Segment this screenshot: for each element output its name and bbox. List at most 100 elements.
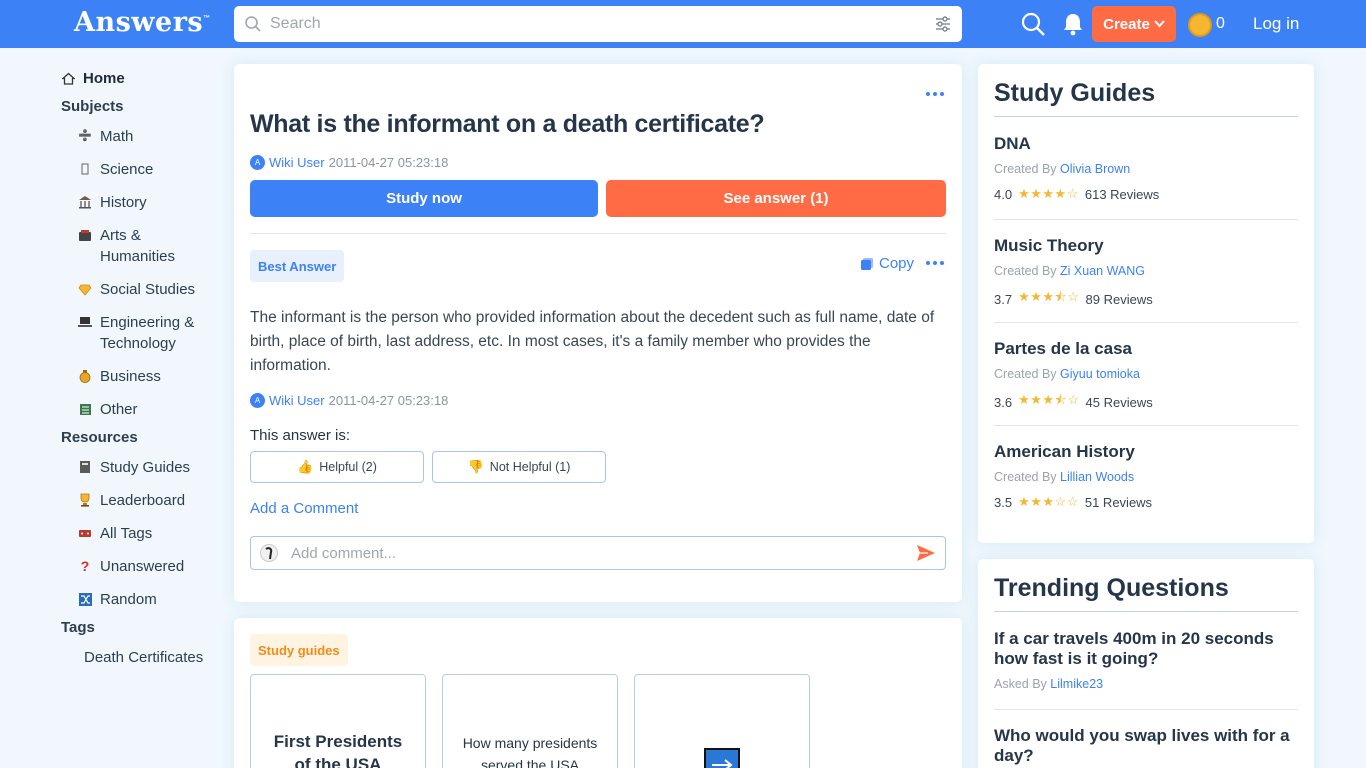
shuffle-icon xyxy=(78,592,92,606)
question-card: What is the informant on a death certifi… xyxy=(234,64,962,602)
top-bar: Answers™ Create 0 Log in xyxy=(0,0,1366,48)
guide-creator: Created By Zi Xuan WANG xyxy=(994,264,1145,278)
question-timestamp: 2011-04-27 05:23:18 xyxy=(328,155,449,170)
sidebar-item-unanswered[interactable]: ? Unanswered xyxy=(78,556,185,577)
engineering-icon xyxy=(78,315,92,329)
sidebar-item-other[interactable]: Other xyxy=(78,399,138,420)
divider xyxy=(250,233,946,234)
bell-icon[interactable] xyxy=(1062,12,1084,36)
tags-icon xyxy=(78,526,92,540)
sidebar-item-social-studies[interactable]: Social Studies xyxy=(78,279,195,300)
guide-name[interactable]: Music Theory xyxy=(994,236,1104,256)
resources-heading: Resources xyxy=(61,429,138,446)
question-meta: A Wiki User 2011-04-27 05:23:18 xyxy=(250,155,448,170)
not-helpful-button[interactable]: 👎 Not Helpful (1) xyxy=(432,451,606,483)
comment-box xyxy=(250,536,946,570)
sidebar-item-home[interactable]: Home xyxy=(61,68,125,89)
study-guides-badge: Study guides xyxy=(250,634,348,666)
answers-logo[interactable]: Answers™ xyxy=(74,7,211,38)
filter-icon[interactable] xyxy=(934,15,952,33)
sidebar-tag-death-certificates[interactable]: Death Certificates xyxy=(84,647,203,668)
thumbs-down-icon: 👎 xyxy=(467,459,484,474)
search-icon xyxy=(245,16,261,32)
send-icon[interactable] xyxy=(916,544,936,562)
study-guide-more-card[interactable] xyxy=(634,674,810,768)
copy-icon xyxy=(861,257,873,270)
home-icon xyxy=(61,71,75,85)
rating-prompt: This answer is: xyxy=(250,427,351,444)
guide-creator: Created By Olivia Brown xyxy=(994,162,1131,176)
guide-name[interactable]: American History xyxy=(994,442,1135,462)
arts-icon xyxy=(78,228,92,242)
star-rating-icon: ★★★⯪☆ xyxy=(1018,392,1080,407)
coin-icon[interactable] xyxy=(1188,13,1212,37)
other-icon xyxy=(78,402,92,416)
search-bar[interactable] xyxy=(234,6,962,42)
add-comment-link[interactable]: Add a Comment xyxy=(250,500,358,517)
sidebar-item-arts[interactable]: Arts & Humanities xyxy=(78,225,188,267)
sidebar-item-engineering[interactable]: Engineering & Technology xyxy=(78,312,198,354)
sidebar-item-random[interactable]: Random xyxy=(78,589,157,610)
see-answer-button[interactable]: See answer (1) xyxy=(606,180,946,217)
answer-author[interactable]: Wiki User xyxy=(269,393,325,408)
study-guide-card[interactable]: First Presidents of the USA xyxy=(250,674,426,768)
sidebar-item-business[interactable]: Business xyxy=(78,366,161,387)
study-guide-card[interactable]: How many presidents served the USA xyxy=(442,674,618,768)
sidebar-item-all-tags[interactable]: All Tags xyxy=(78,523,152,544)
arrow-right-icon xyxy=(704,748,740,768)
guide-rating: 3.7 ★★★⯪☆ 89 Reviews xyxy=(994,288,1153,310)
answer-meta: A Wiki User 2011-04-27 05:23:18 xyxy=(250,393,448,408)
user-avatar-icon: A xyxy=(250,155,265,170)
business-icon xyxy=(78,369,92,383)
copy-button[interactable]: Copy xyxy=(860,255,914,272)
user-avatar-icon: A xyxy=(250,393,265,408)
search-input[interactable] xyxy=(270,6,910,42)
sidebar-item-science[interactable]: Science xyxy=(78,159,153,180)
subjects-heading: Subjects xyxy=(61,98,124,115)
create-button[interactable]: Create xyxy=(1092,6,1176,42)
history-icon xyxy=(78,195,92,209)
guide-rating: 3.6 ★★★⯪☆ 45 Reviews xyxy=(994,391,1153,413)
coin-count: 0 xyxy=(1216,15,1225,32)
helpful-button[interactable]: 👍 Helpful (2) xyxy=(250,451,424,483)
science-icon xyxy=(78,162,92,176)
best-answer-badge: Best Answer xyxy=(250,250,345,282)
answer-more-icon[interactable] xyxy=(926,261,944,265)
trending-questions-panel: Trending Questions If a car travels 400m… xyxy=(978,559,1314,768)
question-icon: ? xyxy=(80,557,90,574)
math-icon: ➗ xyxy=(78,129,92,142)
user-avatar-icon xyxy=(260,544,278,562)
guide-name[interactable]: Partes de la casa xyxy=(994,339,1132,359)
answer-text: The informant is the person who provided… xyxy=(250,309,935,374)
guide-rating: 3.5 ★★★☆☆ 51 Reviews xyxy=(994,494,1153,510)
sidebar-item-history[interactable]: History xyxy=(78,192,147,213)
study-guides-title: Study Guides xyxy=(994,79,1156,107)
question-author[interactable]: Wiki User xyxy=(269,155,325,170)
trending-question[interactable]: Who would you swap lives with for a day? xyxy=(994,726,1304,766)
guide-creator: Created By Giyuu tomioka xyxy=(994,367,1140,381)
star-rating-icon: ★★★⯪☆ xyxy=(1018,289,1080,304)
header-search-icon[interactable] xyxy=(1020,11,1046,37)
login-link[interactable]: Log in xyxy=(1253,14,1299,34)
thumbs-up-icon: 👍 xyxy=(297,459,314,474)
question-more-icon[interactable] xyxy=(926,92,944,96)
comment-input[interactable] xyxy=(291,537,891,569)
star-rating-icon: ★★★★☆ xyxy=(1018,186,1079,201)
social-studies-icon xyxy=(78,282,92,296)
right-study-guides-panel: Study Guides DNA Created By Olivia Brown… xyxy=(978,64,1314,543)
star-rating-icon: ★★★☆☆ xyxy=(1018,494,1079,509)
question-title: What is the informant on a death certifi… xyxy=(250,110,765,138)
sidebar-item-study-guides[interactable]: Study Guides xyxy=(78,457,190,478)
sidebar-item-leaderboard[interactable]: Leaderboard xyxy=(78,490,185,511)
trending-question[interactable]: If a car travels 400m in 20 seconds how … xyxy=(994,629,1304,669)
guide-name[interactable]: DNA xyxy=(994,134,1031,154)
study-guides-card: Study guides First Presidents of the USA… xyxy=(234,618,962,768)
study-guides-icon xyxy=(78,460,92,474)
trending-title: Trending Questions xyxy=(994,574,1229,602)
chevron-down-icon xyxy=(1154,20,1165,28)
trending-asker: Asked By Lilmike23 xyxy=(994,677,1104,691)
sidebar-item-math[interactable]: ➗ Math xyxy=(78,126,133,147)
trophy-icon xyxy=(78,493,92,507)
guide-rating: 4.0 ★★★★☆ 613 Reviews xyxy=(994,186,1160,202)
study-now-button[interactable]: Study now xyxy=(250,180,598,217)
